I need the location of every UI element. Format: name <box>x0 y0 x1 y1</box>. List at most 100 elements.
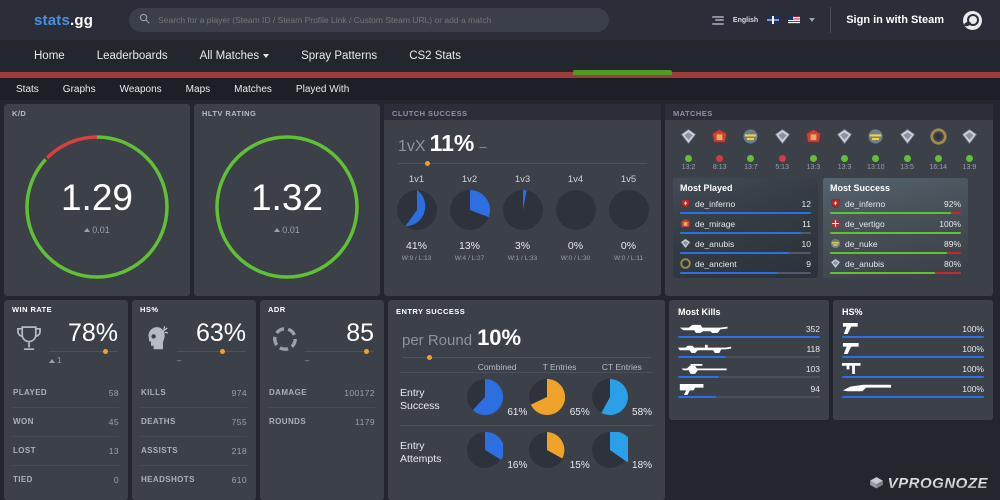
map-row[interactable]: de_anubis 10 <box>680 238 811 254</box>
language-lines-icon[interactable] <box>711 15 724 25</box>
map-row[interactable]: de_inferno 92% <box>830 198 961 214</box>
weapon-row[interactable]: 100% <box>833 361 993 378</box>
stat-value: 218 <box>231 446 247 457</box>
nav-item-spray-patterns[interactable]: Spray Patterns <box>285 40 393 72</box>
weapon-row[interactable]: 103 <box>669 361 829 378</box>
chevron-down-icon[interactable] <box>809 18 816 22</box>
clutch-overall-label: 1vX <box>398 138 426 155</box>
map-name: de_inferno <box>695 198 736 209</box>
watermark-text: VPROGNOZE <box>887 475 988 492</box>
entry-cell: 61% <box>466 378 528 420</box>
clutch-slider[interactable] <box>398 160 647 166</box>
tab-stats[interactable]: Stats <box>4 84 51 95</box>
timeline-match[interactable]: 8:13 <box>706 128 733 171</box>
nav-item-cs2-stats[interactable]: CS2 Stats <box>393 40 477 72</box>
kd-delta: 0.01 <box>84 225 110 235</box>
entry-pie <box>466 431 505 468</box>
tab-played-with[interactable]: Played With <box>284 84 361 95</box>
map-bar <box>680 252 811 254</box>
result-dot-win <box>965 155 973 162</box>
nav-item-all-matches[interactable]: All Matches <box>184 40 285 72</box>
timeline-score: 5:13 <box>775 164 789 171</box>
clutch-pie <box>449 190 490 230</box>
hs-percent-slider[interactable] <box>177 348 246 354</box>
stat-row: KILLS 974 <box>141 379 247 407</box>
entry-attempts-row: Entry Attempts 16% 15% 18% <box>400 425 653 478</box>
weapon-bar <box>678 356 820 358</box>
entry-slider-dot[interactable] <box>426 354 432 360</box>
weapon-row[interactable]: 352 <box>669 321 829 338</box>
clutch-slider-dot[interactable] <box>425 160 431 166</box>
clutch-item-label: 1v4 <box>567 174 584 185</box>
steam-logo-icon[interactable] <box>963 10 982 30</box>
watermark: VPROGNOZE <box>868 475 988 492</box>
slider-dot[interactable] <box>363 348 369 354</box>
weapon-bar <box>842 336 984 338</box>
map-row[interactable]: de_anubis 80% <box>830 258 961 274</box>
kd-gauge-value-group: 1.29 0.01 <box>21 131 173 283</box>
entry-col-combined: Combined <box>477 362 517 372</box>
site-logo[interactable]: stats.gg <box>34 12 93 29</box>
tab-weapons[interactable]: Weapons <box>108 84 174 95</box>
entry-header-row: Combined T Entries CT Entries <box>400 362 653 372</box>
timeline-match[interactable]: 13:5 <box>894 128 921 171</box>
entry-cell: 65% <box>528 378 590 420</box>
slider-dot[interactable] <box>220 348 226 354</box>
timeline-match[interactable]: 13:10 <box>862 128 889 171</box>
map-row[interactable]: de_inferno 12 <box>680 198 811 214</box>
search-input[interactable] <box>158 15 600 25</box>
kd-gauge-wrap: 1.29 0.01 <box>4 118 190 296</box>
sign-in-with-steam-button[interactable]: Sign in with Steam <box>846 14 944 26</box>
clutch-item-percent: 0% <box>620 240 637 252</box>
map-name: de_anubis <box>695 238 735 249</box>
map-row[interactable]: de_vertigo 100% <box>830 218 961 234</box>
adr-slider[interactable] <box>305 348 374 354</box>
entry-pie <box>529 378 566 415</box>
map-row[interactable]: de_mirage 11 <box>680 218 811 234</box>
map-bar <box>680 212 811 214</box>
hltv-gauge-card: HLTV RATING 1.32 0.01 <box>194 104 380 296</box>
map-de_anubis-icon <box>680 238 691 249</box>
timeline-match[interactable]: 13:3 <box>800 128 827 171</box>
tab-maps[interactable]: Maps <box>174 84 222 95</box>
hltv-gauge-title: HLTV RATING <box>202 109 257 118</box>
timeline-match[interactable]: 13:9 <box>956 128 983 171</box>
weapon-row[interactable]: 94 <box>669 381 829 398</box>
entry-cell-percent: 65% <box>569 407 590 418</box>
hs-percent-title: HS% <box>140 305 159 314</box>
weapon-row[interactable]: 100% <box>833 321 993 338</box>
entry-slider[interactable] <box>402 354 651 360</box>
tab-graphs[interactable]: Graphs <box>51 84 108 95</box>
stat-row: DEATHS 755 <box>141 407 247 436</box>
timeline-match[interactable]: 13:2 <box>675 128 702 171</box>
timeline-match[interactable]: 13:3 <box>831 128 858 171</box>
tab-matches[interactable]: Matches <box>222 84 284 95</box>
timeline-score: 13:9 <box>962 164 977 171</box>
entry-summary: per Round 10% <box>388 316 665 351</box>
clutch-pie <box>608 190 649 230</box>
smg-icon <box>842 362 861 375</box>
timeline-match[interactable]: 13:7 <box>737 128 764 171</box>
stat-label: PLAYED <box>13 388 48 398</box>
nav-item-home[interactable]: Home <box>18 40 81 72</box>
timeline-match[interactable]: 5:13 <box>769 128 796 171</box>
timeline-match[interactable]: 16:14 <box>925 128 952 171</box>
clutch-summary: 1vX 11% – <box>384 120 661 157</box>
map-row[interactable]: de_nuke 89% <box>830 238 961 254</box>
map-row[interactable]: de_ancient 9 <box>680 258 811 274</box>
weapon-row[interactable]: 100% <box>833 341 993 358</box>
search-bar[interactable] <box>129 8 610 32</box>
result-dot-win <box>841 155 849 162</box>
win-rate-slider[interactable] <box>49 348 118 354</box>
hltv-gauge: 1.32 0.01 <box>211 131 363 283</box>
nav-item-leaderboards[interactable]: Leaderboards <box>81 40 184 72</box>
adr-delta-value: – <box>305 356 310 366</box>
map-de_anubis-icon <box>836 128 853 145</box>
nav-label: Spray Patterns <box>301 50 378 62</box>
map-bar <box>830 212 961 214</box>
slider-dot[interactable] <box>102 348 108 354</box>
stat-value: 58 <box>108 388 119 399</box>
weapon-row[interactable]: 118 <box>669 341 829 358</box>
weapon-row[interactable]: 100% <box>833 381 993 398</box>
headshot-icon <box>148 326 169 350</box>
